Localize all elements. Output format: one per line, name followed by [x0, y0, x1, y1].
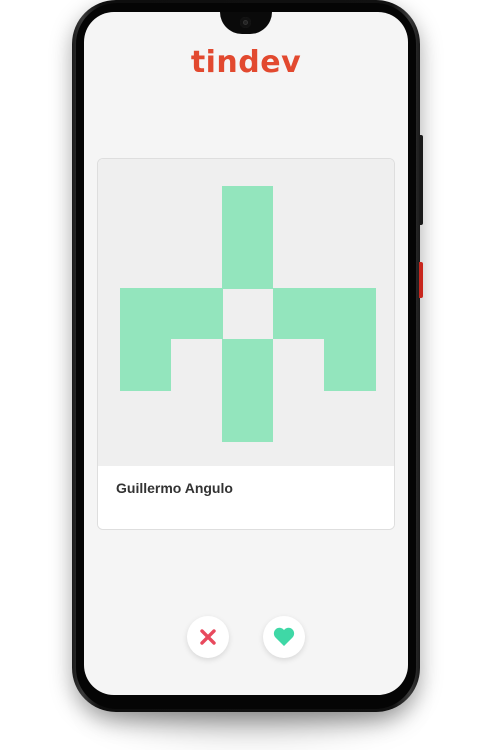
profile-name: Guillermo Angulo — [116, 480, 233, 496]
app-screen: tindev Guillermo Angulo — [84, 12, 408, 695]
profile-card: Guillermo Angulo — [97, 158, 395, 530]
identicon-block — [120, 339, 171, 391]
heart-icon — [273, 627, 295, 646]
profile-avatar — [98, 159, 394, 466]
identicon-block — [324, 339, 376, 391]
identicon-block — [222, 339, 273, 442]
like-button[interactable] — [263, 616, 305, 658]
notch — [220, 12, 272, 34]
side-button — [419, 262, 423, 298]
identicon-block — [273, 288, 376, 339]
identicon-block — [222, 186, 273, 289]
identicon-block — [120, 288, 223, 339]
stage: tindev Guillermo Angulo — [0, 0, 492, 750]
dislike-button[interactable] — [187, 616, 229, 658]
identicon-pattern — [120, 186, 376, 442]
close-icon — [200, 629, 216, 645]
camera-icon — [240, 17, 251, 28]
app-logo[interactable]: tindev — [84, 46, 408, 80]
identicon-image — [120, 186, 376, 442]
profile-card-footer: Guillermo Angulo — [98, 466, 394, 529]
phone-frame: tindev Guillermo Angulo — [72, 0, 423, 712]
power-button — [419, 135, 423, 225]
